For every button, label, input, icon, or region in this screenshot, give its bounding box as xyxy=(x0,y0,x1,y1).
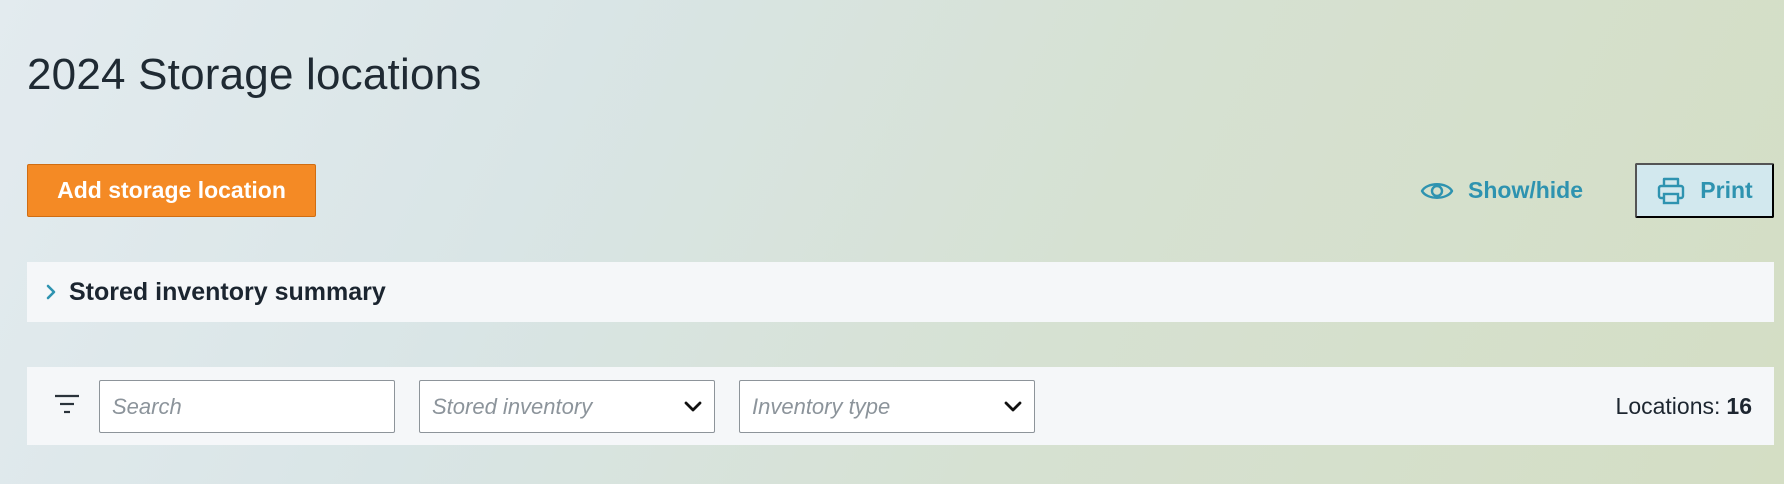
chevron-right-icon xyxy=(45,283,57,301)
locations-count-value: 16 xyxy=(1726,392,1752,419)
stored-inventory-summary-toggle[interactable]: Stored inventory summary xyxy=(27,262,1774,322)
inventory-type-placeholder: Inventory type xyxy=(752,393,891,419)
chevron-down-icon xyxy=(684,401,702,413)
add-storage-location-button[interactable]: Add storage location xyxy=(27,164,316,217)
print-label: Print xyxy=(1700,177,1753,203)
printer-icon xyxy=(1656,176,1686,206)
print-button[interactable]: Print xyxy=(1635,163,1774,218)
summary-title: Stored inventory summary xyxy=(69,277,386,306)
filter-bar: Stored inventory Inventory type Location… xyxy=(27,367,1774,445)
filter-icon[interactable] xyxy=(54,393,80,415)
show-hide-label: Show/hide xyxy=(1468,177,1583,203)
search-field xyxy=(99,380,395,433)
stored-inventory-placeholder: Stored inventory xyxy=(432,393,593,419)
locations-count: Locations: 16 xyxy=(1616,367,1752,445)
page-title: 2024 Storage locations xyxy=(27,50,482,99)
search-input[interactable] xyxy=(112,393,382,420)
stored-inventory-select[interactable]: Stored inventory xyxy=(419,380,715,433)
locations-count-label: Locations: xyxy=(1615,392,1721,419)
eye-icon xyxy=(1420,178,1454,204)
storage-locations-page: 2024 Storage locations Add storage locat… xyxy=(27,0,1774,484)
show-hide-button[interactable]: Show/hide xyxy=(1414,164,1589,217)
chevron-down-icon xyxy=(1004,401,1022,413)
inventory-type-select[interactable]: Inventory type xyxy=(739,380,1035,433)
